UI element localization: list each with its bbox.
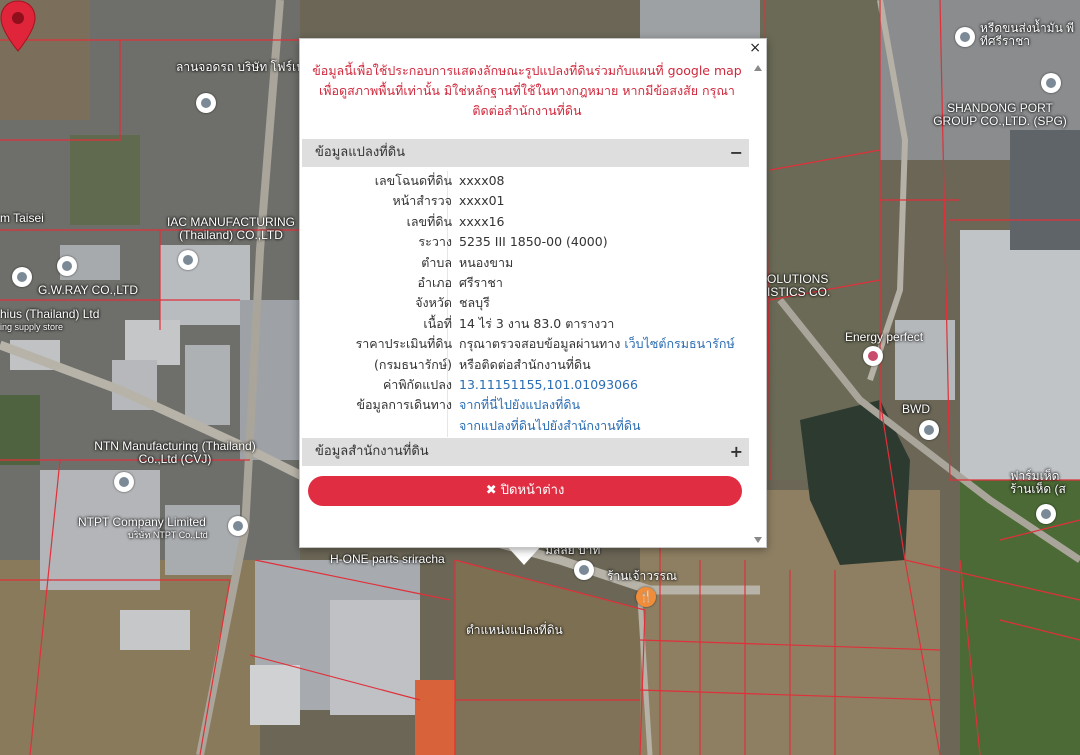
poi-label: ฟาร์มเห็ด ร้านเห็ด (ส xyxy=(1010,469,1066,496)
land-office-section-header[interactable]: ข้อมูลสำนักงานที่ดิน + xyxy=(302,438,749,466)
section-title: ข้อมูลแปลงที่ดิน xyxy=(315,145,406,160)
map-pin-icon[interactable] xyxy=(1041,73,1061,93)
info-row: เลขโฉนดที่ดิน xxxx08 xyxy=(302,171,749,191)
appraisal-text: หรือติดต่อสำนักงานที่ดิน xyxy=(459,356,591,372)
parcel-location-label: ตำแหน่งแปลงที่ดิน xyxy=(466,623,563,637)
info-row: จากแปลงที่ดินไปยังสำนักงานที่ดิน xyxy=(302,416,749,436)
map-pin-icon[interactable] xyxy=(574,560,594,580)
poi-label: NTN Manufacturing (Thailand) Co.,Ltd (CV… xyxy=(94,439,256,466)
popup-pointer xyxy=(506,545,542,565)
row-label: ราคาประเมินที่ดิน xyxy=(355,336,452,352)
subdistrict-value: หนองขาม xyxy=(459,254,514,270)
map-pin-icon[interactable] xyxy=(196,93,216,113)
map-pin-icon[interactable] xyxy=(228,516,248,536)
poi-label: ing supply store xyxy=(0,322,64,332)
map-pin-icon[interactable] xyxy=(57,256,77,276)
survey-page-value: xxxx01 xyxy=(459,193,505,209)
map-pin-icon[interactable] xyxy=(12,267,32,287)
disclaimer-line: ข้อมูลนี้เพื่อใช้ประกอบการแสดงลักษณะรูปแ… xyxy=(312,63,742,78)
info-row: ข้อมูลการเดินทาง จากที่นี่ไปยังแปลงที่ดิ… xyxy=(302,395,749,415)
close-x-icon: ✖ xyxy=(485,483,497,498)
parcel-info-table: เลขโฉนดที่ดิน xxxx08 หน้าสำรวจ xxxx01 เล… xyxy=(302,171,749,436)
info-row: หน้าสำรวจ xxxx01 xyxy=(302,191,749,211)
area-value: 14 ไร่ 3 งาน 83.0 ตารางวา xyxy=(459,315,615,331)
treasury-website-link[interactable]: เว็บไซต์กรมธนารักษ์ xyxy=(624,336,734,351)
poi-label: H-ONE parts sriracha xyxy=(330,552,445,566)
row-label: เลขโฉนดที่ดิน xyxy=(374,173,452,188)
expand-icon[interactable]: + xyxy=(730,438,743,466)
poi-label: hius (Thailand) Ltd xyxy=(0,307,100,321)
poi-label: IAC MANUFACTURING (Thailand) CO.,LTD xyxy=(166,215,295,242)
poi-label: m Taisei xyxy=(0,211,44,225)
appraisal-text: กรุณาตรวจสอบข้อมูลผ่านทาง xyxy=(459,336,621,352)
row-label: (กรมธนารักษ์) xyxy=(374,356,452,372)
map-pin-icon[interactable] xyxy=(919,420,939,440)
directions-to-office-link[interactable]: จากแปลงที่ดินไปยังสำนักงานที่ดิน xyxy=(459,416,641,436)
coordinates-link[interactable]: 13.11151155,101.01093066 xyxy=(459,375,638,395)
info-row: เลขที่ดิน xxxx16 xyxy=(302,212,749,232)
row-label: ตำบล xyxy=(421,254,452,270)
deed-number-value: xxxx08 xyxy=(459,173,505,188)
row-label: หน้าสำรวจ xyxy=(392,193,452,209)
info-row: ราคาประเมินที่ดิน กรุณาตรวจสอบข้อมูลผ่าน… xyxy=(302,334,749,354)
close-window-button[interactable]: ✖ ปิดหน้าต่าง xyxy=(308,476,742,506)
parcel-location-marker-icon[interactable] xyxy=(0,0,36,52)
parcel-info-popup: × ข้อมูลนี้เพื่อใช้ประกอบการแสดงลักษณะรู… xyxy=(299,38,767,548)
row-label: เนื้อที่ xyxy=(423,315,452,331)
poi-label: Energy perfect xyxy=(845,330,924,344)
poi-label: G.W.RAY CO.,LTD xyxy=(38,283,139,297)
poi-label: ร้านเจ้าวรรณ xyxy=(607,569,678,583)
info-row: อำเภอ ศรีราชา xyxy=(302,273,749,293)
province-value: ชลบุรี xyxy=(459,295,490,311)
info-row: (กรมธนารักษ์) หรือติดต่อสำนักงานที่ดิน xyxy=(302,355,749,375)
disclaimer-text: ข้อมูลนี้เพื่อใช้ประกอบการแสดงลักษณะรูปแ… xyxy=(302,61,752,121)
scroll-down-icon[interactable] xyxy=(754,537,762,543)
scroll-up-icon[interactable] xyxy=(754,65,762,71)
row-label: ข้อมูลการเดินทาง xyxy=(356,397,452,413)
info-row: ค่าพิกัดแปลง 13.11151155,101.01093066 xyxy=(302,375,749,395)
restaurant-icon[interactable]: 🍴 xyxy=(636,587,656,607)
parcel-info-section-header[interactable]: ข้อมูลแปลงที่ดิน − xyxy=(302,139,749,167)
poi-label: NTPT Company Limited xyxy=(78,515,206,529)
poi-label: SHANDONG PORT GROUP CO.,LTD. (SPG) xyxy=(933,101,1067,128)
map-pin-icon[interactable] xyxy=(1036,504,1056,524)
poi-label: BWD xyxy=(902,402,930,416)
info-row: จังหวัด ชลบุรี xyxy=(302,293,749,313)
row-label: ระวาง xyxy=(418,234,452,250)
collapse-icon[interactable]: − xyxy=(730,139,743,167)
disclaimer-line: เพื่อดูสภาพพื้นที่เท่านั้น มิใช่หลักฐานท… xyxy=(319,83,735,98)
map-pin-icon[interactable] xyxy=(178,250,198,270)
map-sheet-value: 5235 III 1850-00 (4000) xyxy=(459,234,608,250)
directions-to-parcel-link[interactable]: จากที่นี่ไปยังแปลงที่ดิน xyxy=(459,395,580,415)
shopping-icon[interactable] xyxy=(863,346,883,366)
land-number-value: xxxx16 xyxy=(459,213,505,229)
info-row: เนื้อที่ 14 ไร่ 3 งาน 83.0 ตารางวา xyxy=(302,314,749,334)
poi-label: OLUTIONS ISTICS CO. xyxy=(767,272,831,299)
close-icon[interactable]: × xyxy=(749,40,761,56)
map-pin-icon[interactable] xyxy=(114,472,134,492)
section-title: ข้อมูลสำนักงานที่ดิน xyxy=(315,444,429,459)
info-row: ตำบล หนองขาม xyxy=(302,253,749,273)
row-label: อำเภอ xyxy=(417,274,452,290)
disclaimer-line: ติดต่อสำนักงานที่ดิน xyxy=(472,103,582,118)
poi-label: หรีดขนส่งน้ำมัน พีทีศรีราชา xyxy=(980,21,1075,48)
appraisal-value: กรุณาตรวจสอบข้อมูลผ่านทาง เว็บไซต์กรมธนา… xyxy=(459,334,735,354)
district-value: ศรีราชา xyxy=(459,274,503,290)
row-label: ค่าพิกัดแปลง xyxy=(382,376,452,392)
map-pin-icon[interactable] xyxy=(955,27,975,47)
poi-label: บริษัท NTPT Co.,Ltd xyxy=(128,530,208,540)
row-label: เลขที่ดิน xyxy=(406,213,452,229)
info-row: ระวาง 5235 III 1850-00 (4000) xyxy=(302,232,749,252)
close-button-label: ปิดหน้าต่าง xyxy=(500,483,565,498)
row-label: จังหวัด xyxy=(415,295,452,311)
